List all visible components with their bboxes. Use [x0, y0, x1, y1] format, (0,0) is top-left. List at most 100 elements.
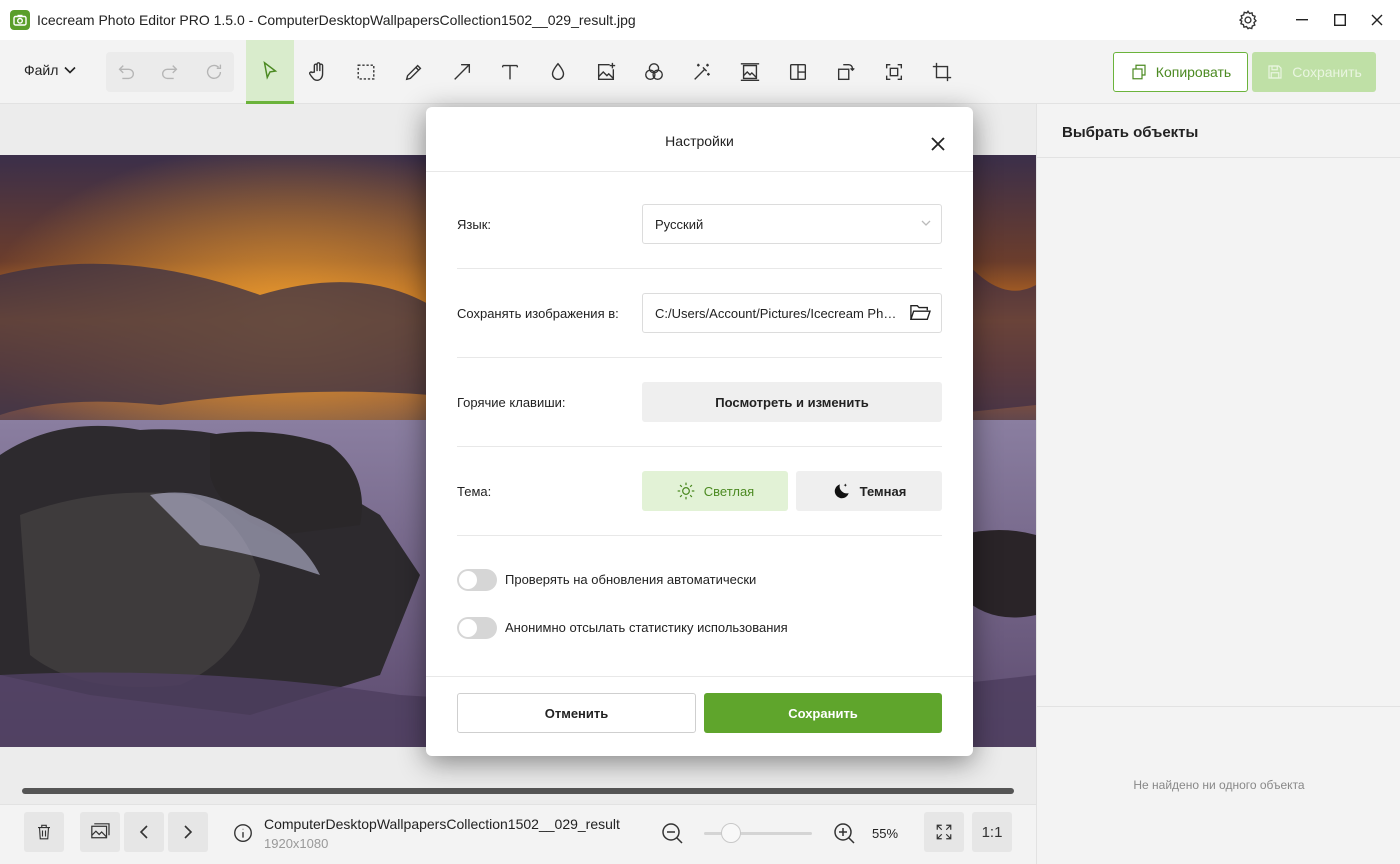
redo-button[interactable] — [150, 52, 190, 92]
zoom-slider-thumb[interactable] — [721, 823, 741, 843]
title-bar: Icecream Photo Editor PRO 1.5.0 - Comput… — [0, 0, 1400, 40]
redo-icon — [162, 65, 178, 80]
fullscreen-icon — [936, 824, 952, 840]
toggle-knob — [459, 619, 477, 637]
theme-label: Тема: — [457, 484, 492, 499]
crop-frame-icon — [885, 63, 903, 81]
hand-icon — [309, 62, 324, 81]
settings-gear-icon[interactable] — [1225, 0, 1271, 40]
gallery-button[interactable] — [80, 812, 120, 852]
zoom-out-icon[interactable] — [660, 821, 684, 845]
cancel-button[interactable]: Отменить — [457, 693, 696, 733]
save-settings-button[interactable]: Сохранить — [704, 693, 942, 733]
file-menu[interactable]: Файл — [24, 62, 76, 78]
language-select[interactable]: Русский — [642, 204, 942, 244]
save-path-value: C:/Users/Account/Pictures/Icecream Photo… — [655, 305, 899, 321]
divider — [426, 171, 973, 172]
rotate-image-icon — [837, 63, 855, 81]
divider — [1037, 706, 1400, 707]
auto-update-label: Проверять на обновления автоматически — [505, 572, 757, 587]
folder-open-icon[interactable] — [909, 303, 931, 323]
save-path-label: Сохранять изображения в: — [457, 306, 619, 321]
previous-button[interactable] — [124, 812, 164, 852]
chevron-down-icon — [921, 220, 931, 226]
next-button[interactable] — [168, 812, 208, 852]
objects-panel: Выбрать объекты Не найдено ни одного объ… — [1036, 104, 1400, 864]
objects-empty-text: Не найдено ни одного объекта — [1133, 778, 1305, 792]
trash-icon — [38, 824, 50, 840]
moon-icon — [834, 483, 849, 499]
resize-tool[interactable] — [730, 52, 770, 92]
theme-light-label: Светлая — [703, 483, 755, 499]
fit-screen-button[interactable] — [924, 812, 964, 852]
cursor-arrow-icon — [263, 60, 278, 80]
text-icon — [501, 64, 519, 80]
info-icon[interactable] — [232, 822, 254, 844]
language-label: Язык: — [457, 217, 491, 232]
save-button-label: Сохранить — [1292, 64, 1362, 80]
dialog-title: Настройки — [665, 133, 734, 149]
sun-icon — [677, 482, 695, 500]
add-image-tool[interactable] — [586, 52, 626, 92]
hotkeys-label: Горячие клавиши: — [457, 395, 566, 410]
auto-update-toggle[interactable] — [457, 569, 497, 591]
theme-light-button[interactable]: Светлая — [642, 471, 788, 511]
marquee-icon — [357, 64, 375, 80]
bottom-bar: ComputerDesktopWallpapersCollection1502_… — [0, 804, 1036, 864]
undo-button[interactable] — [106, 52, 146, 92]
horizontal-scrollbar[interactable] — [22, 788, 1014, 794]
usage-stats-toggle[interactable] — [457, 617, 497, 639]
filters-tool[interactable] — [634, 52, 674, 92]
crop-tool[interactable] — [922, 52, 962, 92]
save-path-field[interactable]: C:/Users/Account/Pictures/Icecream Photo… — [642, 293, 942, 333]
resize-image-icon — [740, 63, 760, 81]
image-dimensions: 1920x1080 — [264, 836, 329, 851]
save-disk-icon — [1268, 65, 1282, 79]
copy-button[interactable]: Копировать — [1113, 52, 1248, 92]
chevron-right-icon — [184, 825, 193, 839]
hotkeys-button[interactable]: Посмотреть и изменить — [642, 382, 942, 422]
divider — [1037, 157, 1400, 158]
pencil-icon — [405, 64, 422, 81]
close-window-button[interactable] — [1354, 0, 1400, 40]
divider — [457, 357, 942, 358]
zoom-value: 55% — [872, 826, 899, 841]
rect-select-tool[interactable] — [346, 52, 386, 92]
file-name: ComputerDesktopWallpapersCollection1502_… — [264, 816, 620, 832]
divider — [457, 535, 942, 536]
crop-select-tool[interactable] — [874, 52, 914, 92]
reset-button[interactable] — [194, 52, 234, 92]
chevron-down-icon — [64, 66, 76, 74]
blur-tool[interactable] — [538, 52, 578, 92]
image-plus-icon — [597, 62, 616, 81]
divider — [426, 676, 973, 677]
file-menu-label: Файл — [24, 62, 59, 78]
arrow-tool[interactable] — [442, 52, 482, 92]
theme-dark-label: Темная — [859, 483, 907, 499]
divider — [457, 446, 942, 447]
save-button-disabled[interactable]: Сохранить — [1252, 52, 1376, 92]
magic-wand-icon — [694, 63, 710, 80]
actual-size-button[interactable]: 1:1 — [972, 812, 1012, 852]
collage-tool[interactable] — [778, 52, 818, 92]
pencil-tool[interactable] — [394, 52, 434, 92]
filters-icon — [645, 63, 663, 81]
gallery-icon — [91, 823, 110, 839]
select-tool[interactable] — [246, 40, 294, 104]
crop-icon — [932, 62, 952, 82]
objects-panel-title: Выбрать объекты — [1062, 124, 1199, 141]
copy-icon — [1132, 64, 1146, 80]
toggle-knob — [459, 571, 477, 589]
rotate-tool[interactable] — [826, 52, 866, 92]
language-value: Русский — [655, 216, 704, 232]
arrow-icon — [454, 63, 471, 80]
zoom-in-icon[interactable] — [832, 821, 856, 845]
theme-dark-button[interactable]: Темная — [796, 471, 942, 511]
close-icon[interactable] — [926, 132, 950, 156]
text-tool[interactable] — [490, 52, 530, 92]
magic-tool[interactable] — [682, 52, 722, 92]
hand-tool[interactable] — [298, 52, 338, 92]
divider — [457, 268, 942, 269]
copy-button-label: Копировать — [1155, 64, 1232, 80]
delete-button[interactable] — [24, 812, 64, 852]
